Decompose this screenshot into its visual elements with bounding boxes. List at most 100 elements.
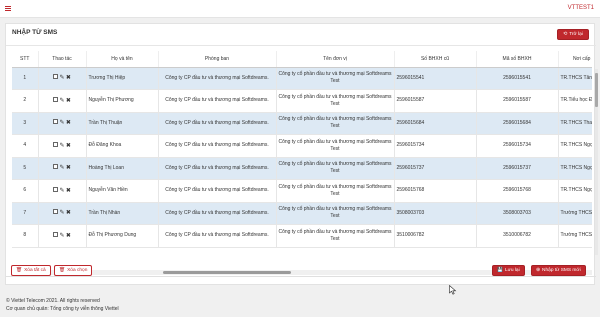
cell-place: Trường THCS <box>558 202 592 225</box>
delete-icon[interactable]: ✖ <box>66 98 71 105</box>
save-label: Lưu lại <box>504 268 520 273</box>
trash-icon: 🗑 <box>16 268 23 273</box>
table-row[interactable]: 7 ✎ ✖ Trần Thị Nhàn Công ty CP đầu tư và t… <box>12 202 592 225</box>
vertical-scrollbar[interactable] <box>595 69 598 255</box>
cell-stt: 7 <box>12 202 39 225</box>
cell-actions: ✎ ✖ <box>38 89 87 113</box>
cell-stt: 8 <box>12 224 39 248</box>
horizontal-scrollbar-thumb[interactable] <box>163 271 291 274</box>
cell-insurance-code: 2596015587 <box>476 89 559 113</box>
menu-icon[interactable] <box>5 6 11 11</box>
table-row[interactable]: 2 ✎ ✖ Nguyễn Thị Phương Công ty CP đầu tư … <box>12 89 592 113</box>
cell-insurance-code: 2596015737 <box>476 157 559 180</box>
row-checkbox[interactable] <box>53 119 59 125</box>
table-row[interactable]: 8 ✎ ✖ Đỗ Thị Phương Dung Công ty CP đầu tư… <box>12 224 592 248</box>
save-icon: 💾 <box>497 268 503 273</box>
cell-department: Công ty CP đầu tư và thương mại Softdrea… <box>158 179 277 203</box>
cell-name: Đỗ Thị Phương Dung <box>86 224 159 248</box>
cell-stt: 3 <box>12 112 39 135</box>
edit-icon[interactable]: ✎ <box>59 165 64 172</box>
delete-icon[interactable]: ✖ <box>66 165 71 172</box>
vertical-scrollbar-thumb[interactable] <box>595 73 598 107</box>
cell-insurance-code: 3508003703 <box>476 202 559 225</box>
delete-icon[interactable]: ✖ <box>66 233 71 240</box>
table-row[interactable]: 4 ✎ ✖ Đỗ Đăng Khoa Công ty CP đầu tư và th… <box>12 134 592 158</box>
cell-place: TR.THCS Ngọc <box>558 134 592 158</box>
delete-icon[interactable]: ✖ <box>66 120 71 127</box>
save-button[interactable]: 💾 Lưu lại <box>492 265 525 276</box>
cell-insurance-code: 3510006782 <box>476 224 559 248</box>
cell-stt: 5 <box>12 157 39 180</box>
edit-icon[interactable]: ✎ <box>59 98 64 105</box>
edit-icon[interactable]: ✎ <box>59 188 64 195</box>
table-row[interactable]: 6 ✎ ✖ Nguyễn Văn Hiền Công ty CP đầu tư và… <box>12 179 592 203</box>
delete-icon[interactable]: ✖ <box>66 143 71 150</box>
cell-insurance-code: 2596015541 <box>476 67 559 90</box>
page-title: NHẬP TỪ SMS <box>12 29 58 36</box>
col-header: Số BHXH cũ <box>394 51 477 68</box>
top-bar: VTTEST1 <box>0 0 600 18</box>
edit-icon[interactable]: ✎ <box>59 120 64 127</box>
table-row[interactable]: 5 ✎ ✖ Hoàng Thị Loan Công ty CP đầu tư và … <box>12 157 592 180</box>
trash-icon: 🗑 <box>59 268 66 273</box>
cell-old-insurance: 2596015587 <box>394 89 477 113</box>
footer: © Viettel Telecom 2021. All rights reser… <box>6 297 119 313</box>
delete-all-button[interactable]: 🗑 Xóa tất cả <box>11 265 51 276</box>
cell-actions: ✎ ✖ <box>38 112 87 135</box>
delete-icon[interactable]: ✖ <box>66 188 71 195</box>
cell-old-insurance: 2596015541 <box>394 67 477 90</box>
cell-unit: Công ty cổ phần đầu tư và thương mại Sof… <box>276 179 395 203</box>
cell-unit: Công ty cổ phần đầu tư và thương mại Sof… <box>276 89 395 113</box>
col-header: Phòng ban <box>158 51 277 68</box>
row-checkbox[interactable] <box>53 209 59 215</box>
cell-place: TR.THCS Ngọc <box>558 157 592 180</box>
edit-icon[interactable]: ✎ <box>59 210 64 217</box>
cell-department: Công ty CP đầu tư và thương mại Softdrea… <box>158 134 277 158</box>
cell-name: Trần Thị Nhàn <box>86 202 159 225</box>
row-checkbox[interactable] <box>53 231 59 237</box>
cell-place: TR.THCS Tân T <box>558 67 592 90</box>
cell-name: Trần Thị Thuận <box>86 112 159 135</box>
row-checkbox[interactable] <box>53 186 59 192</box>
agency-text: Cơ quan chủ quản: Tổng công ty viễn thôn… <box>6 306 119 312</box>
edit-icon[interactable]: ✎ <box>59 233 64 240</box>
user-name[interactable]: VTTEST1 <box>568 5 594 11</box>
table-row[interactable]: 3 ✎ ✖ Trần Thị Thuận Công ty CP đầu tư và … <box>12 112 592 135</box>
cell-unit: Công ty cổ phần đầu tư và thương mại Sof… <box>276 112 395 135</box>
import-sms-button[interactable]: ⊕ Nhập từ SMS mới <box>531 265 586 276</box>
col-header: Họ và tên <box>86 51 159 68</box>
row-checkbox[interactable] <box>53 74 59 80</box>
row-checkbox[interactable] <box>53 141 59 147</box>
delete-selected-button[interactable]: 🗑 Xóa chọn <box>54 265 93 276</box>
cell-actions: ✎ ✖ <box>38 202 87 225</box>
back-button[interactable]: ⟲ Trở lại <box>557 29 589 40</box>
delete-icon[interactable]: ✖ <box>66 75 71 82</box>
edit-icon[interactable]: ✎ <box>59 75 64 82</box>
cell-department: Công ty CP đầu tư và thương mại Softdrea… <box>158 112 277 135</box>
cell-unit: Công ty cổ phần đầu tư và thương mại Sof… <box>276 202 395 225</box>
cell-department: Công ty CP đầu tư và thương mại Softdrea… <box>158 89 277 113</box>
divider <box>6 45 596 46</box>
cell-unit: Công ty cổ phần đầu tư và thương mại Sof… <box>276 134 395 158</box>
row-checkbox[interactable] <box>53 164 59 170</box>
plus-circle-icon: ⊕ <box>536 268 541 273</box>
row-checkbox[interactable] <box>53 96 59 102</box>
cell-department: Công ty CP đầu tư và thương mại Softdrea… <box>158 67 277 90</box>
table-row[interactable]: 1 ✎ ✖ Trương Thị Hiệp Công ty CP đầu tư và… <box>12 67 592 90</box>
col-header: Thao tác <box>38 51 87 68</box>
cell-stt: 6 <box>12 179 39 203</box>
cell-old-insurance: 2596015768 <box>394 179 477 203</box>
delete-icon[interactable]: ✖ <box>66 210 71 217</box>
cell-name: Đỗ Đăng Khoa <box>86 134 159 158</box>
cell-unit: Công ty cổ phần đầu tư và thương mại Sof… <box>276 157 395 180</box>
cell-actions: ✎ ✖ <box>38 67 87 90</box>
edit-icon[interactable]: ✎ <box>59 143 64 150</box>
copyright-text: © Viettel Telecom 2021. All rights reser… <box>6 298 100 304</box>
data-table: STT Thao tác Họ và tên Phòng ban Tên đơn… <box>12 51 592 248</box>
col-header: STT <box>12 51 39 68</box>
cell-insurance-code: 2596015734 <box>476 134 559 158</box>
cell-name: Hoàng Thị Loan <box>86 157 159 180</box>
back-button-label: Trở lại <box>569 32 583 37</box>
back-icon: ⟲ <box>563 32 568 37</box>
cell-department: Công ty CP đầu tư và thương mại Softdrea… <box>158 157 277 180</box>
